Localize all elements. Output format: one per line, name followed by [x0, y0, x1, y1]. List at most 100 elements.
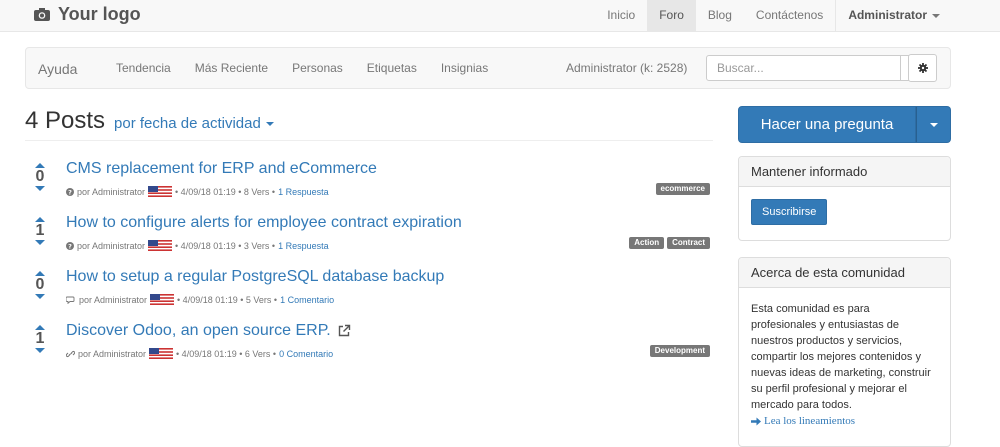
post-title-text: How to configure alerts for employee con… — [66, 214, 462, 231]
post-meta: por Administrator • 4/09/18 01:19 • 5 Ve… — [66, 294, 334, 305]
post-tags: Development — [649, 345, 710, 357]
guidelines-link[interactable]: Lea los lineamientos — [751, 415, 938, 427]
forum-link-mas-reciente[interactable]: Más Reciente — [183, 48, 280, 88]
vote-count: 1 — [35, 330, 45, 347]
link-icon — [66, 350, 75, 357]
post-author[interactable]: por Administrator — [77, 187, 145, 197]
gear-icon — [917, 63, 928, 73]
main-menu: Inicio Foro Blog Contáctenos Administrat… — [595, 0, 952, 32]
tag-badge[interactable]: Contract — [667, 237, 710, 249]
subscribe-button[interactable]: Suscribirse — [751, 199, 828, 225]
forum-link-tendencia[interactable]: Tendencia — [104, 48, 183, 88]
post-tags: Action Contract — [629, 237, 710, 249]
us-flag-icon — [148, 186, 173, 197]
post-info: • 4/09/18 01:19 • 8 Vers • — [175, 186, 276, 197]
caret-down-icon — [929, 122, 938, 127]
heading-divider — [25, 140, 713, 141]
post-answers-link[interactable]: 1 Respuesta — [278, 241, 329, 251]
forum-link-insignias[interactable]: Insignias — [429, 48, 500, 88]
downvote-icon[interactable] — [35, 294, 45, 299]
us-flag-icon — [150, 294, 175, 305]
vote-count: 1 — [35, 222, 45, 239]
post-item: 1 How to configure alerts for employee c… — [25, 214, 715, 260]
downvote-icon[interactable] — [35, 186, 45, 191]
vote-count: 0 — [35, 168, 45, 185]
post-title[interactable]: CMS replacement for ERP and eCommerce — [66, 160, 377, 178]
about-panel-title: Acerca de esta comunidad — [739, 258, 950, 288]
vote-widget: 1 — [33, 325, 47, 353]
follow-panel: Mantener informado Suscribirse — [738, 156, 951, 241]
follow-panel-title: Mantener informado — [739, 157, 950, 187]
sort-label: por fecha de actividad — [114, 115, 261, 132]
post-item: 0 How to setup a regular PostgreSQL data… — [25, 268, 715, 314]
question-circle-icon: ? — [66, 187, 74, 196]
question-circle-icon: ? — [66, 241, 74, 250]
post-info: • 4/09/18 01:19 • 5 Vers • — [177, 294, 278, 305]
us-flag-icon — [148, 240, 173, 251]
nav-foro[interactable]: Foro — [647, 0, 696, 32]
post-info: • 4/09/18 01:19 • 6 Vers • — [176, 348, 277, 359]
user-menu[interactable]: Administrator — [836, 0, 952, 32]
caret-down-icon — [932, 13, 940, 18]
tag-badge[interactable]: Action — [629, 237, 665, 249]
top-navbar: Your logo Inicio Foro Blog Contáctenos A… — [0, 0, 1000, 32]
forum-link-personas[interactable]: Personas — [280, 48, 355, 88]
post-answers-link[interactable]: 1 Respuesta — [278, 187, 329, 197]
about-text: Esta comunidad es para profesionales y e… — [751, 303, 931, 411]
vote-widget: 0 — [33, 271, 47, 299]
comments-icon — [66, 296, 75, 304]
post-author[interactable]: por Administrator — [79, 295, 147, 305]
post-title[interactable]: How to setup a regular PostgreSQL databa… — [66, 268, 444, 286]
post-meta: ? por Administrator • 4/09/18 01:19 • 3 … — [66, 240, 329, 251]
post-tags: ecommerce — [655, 183, 710, 195]
about-panel: Acerca de esta comunidad Esta comunidad … — [738, 257, 951, 447]
ask-question-group: Hacer una pregunta — [738, 106, 951, 143]
tag-badge[interactable]: Development — [649, 345, 710, 357]
user-name: Administrator — [848, 8, 927, 22]
vote-widget: 0 — [33, 163, 47, 191]
post-title[interactable]: Discover Odoo, an open source ERP. — [66, 322, 351, 340]
user-karma-link[interactable]: Administrator (k: 2528) — [566, 48, 687, 88]
follow-panel-body: Suscribirse — [739, 187, 950, 237]
logo-text: Your logo — [58, 4, 141, 24]
ask-dropdown-toggle[interactable] — [916, 106, 951, 143]
nav-blog[interactable]: Blog — [696, 0, 744, 32]
sort-dropdown[interactable]: por fecha de actividad — [114, 115, 274, 132]
post-item: 1 Discover Odoo, an open source ERP. por… — [25, 322, 715, 368]
post-comments-link[interactable]: 0 Comentario — [279, 349, 333, 359]
forum-links: Tendencia Más Reciente Personas Etiqueta… — [104, 48, 500, 88]
post-author[interactable]: por Administrator — [78, 349, 146, 359]
nav-contactenos[interactable]: Contáctenos — [744, 0, 835, 32]
svg-text:?: ? — [68, 242, 72, 250]
forum-link-etiquetas[interactable]: Etiquetas — [355, 48, 429, 88]
post-title[interactable]: How to configure alerts for employee con… — [66, 214, 462, 232]
arrow-right-icon — [751, 417, 761, 425]
ask-question-button[interactable]: Hacer una pregunta — [738, 106, 916, 143]
posts-heading: 4 Posts por fecha de actividad — [25, 107, 274, 135]
vote-widget: 1 — [33, 217, 47, 245]
post-item: 0 CMS replacement for ERP and eCommerce … — [25, 160, 715, 206]
camera-icon — [34, 8, 50, 21]
external-link-icon — [338, 324, 350, 337]
us-flag-icon — [149, 348, 174, 359]
guidelines-text: Lea los lineamientos — [764, 415, 856, 427]
downvote-icon[interactable] — [35, 348, 45, 353]
about-panel-body: Esta comunidad es para profesionales y e… — [739, 288, 950, 440]
forum-navbar: Ayuda Tendencia Más Reciente Personas Et… — [25, 47, 951, 89]
posts-count: 4 Posts — [25, 107, 106, 134]
nav-inicio[interactable]: Inicio — [595, 0, 647, 32]
settings-button[interactable] — [908, 54, 937, 82]
post-author[interactable]: por Administrator — [77, 241, 145, 251]
post-answers-link[interactable]: 1 Comentario — [280, 295, 334, 305]
post-meta: ? por Administrator • 4/09/18 01:19 • 8 … — [66, 186, 329, 197]
caret-down-icon — [265, 122, 274, 127]
site-logo[interactable]: Your logo — [34, 4, 141, 25]
downvote-icon[interactable] — [35, 240, 45, 245]
post-title-text: How to setup a regular PostgreSQL databa… — [66, 268, 445, 285]
post-title-text: Discover Odoo, an open source ERP. — [66, 322, 331, 339]
post-title-text: CMS replacement for ERP and eCommerce — [66, 160, 377, 177]
post-info: • 4/09/18 01:19 • 3 Vers • — [175, 240, 276, 251]
forum-brand[interactable]: Ayuda — [38, 61, 77, 77]
search-input[interactable] — [706, 55, 901, 81]
tag-badge[interactable]: ecommerce — [655, 183, 710, 195]
